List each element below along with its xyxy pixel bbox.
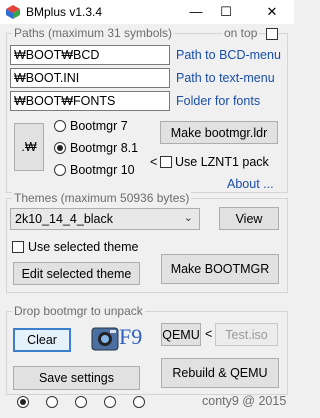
- view-button[interactable]: View: [219, 207, 279, 230]
- fonts-folder-link[interactable]: Folder for fonts: [176, 94, 260, 108]
- profile-radio-1[interactable]: [17, 396, 29, 408]
- profile-radio-2[interactable]: [46, 396, 58, 408]
- bootmgr-81-label: Bootmgr 8.1: [70, 141, 139, 155]
- window-title: BMplus v1.3.4: [26, 5, 103, 19]
- ini-path-input[interactable]: ₩BOOT.INI: [10, 68, 170, 88]
- bootmgr-7-label: Bootmgr 7: [70, 119, 128, 133]
- path-separator-button[interactable]: .₩: [14, 123, 44, 171]
- use-selected-theme-checkbox[interactable]: [12, 241, 24, 253]
- lznt-label: Use LZNT1 pack: [175, 155, 269, 169]
- themes-legend: Themes (maximum 50936 bytes): [12, 191, 192, 205]
- save-settings-button[interactable]: Save settings: [13, 366, 140, 390]
- lznt-checkbox[interactable]: [160, 156, 172, 168]
- rebuild-qemu-button[interactable]: Rebuild & QEMU: [161, 358, 279, 388]
- bootmgr-81-radio[interactable]: [54, 142, 66, 154]
- paths-legend: Paths (maximum 31 symbols): [12, 26, 175, 40]
- bootmgr-10-label: Bootmgr 10: [70, 163, 135, 177]
- edit-theme-button[interactable]: Edit selected theme: [13, 262, 140, 285]
- chevron-down-icon: ⌄: [183, 212, 193, 224]
- profile-radio-4[interactable]: [104, 396, 116, 408]
- fonts-path-input[interactable]: ₩BOOT₩FONTS: [10, 91, 170, 111]
- close-button[interactable]: ✕: [262, 4, 282, 20]
- bootmgr-10-radio[interactable]: [54, 164, 66, 176]
- theme-select-value: 2k10_14_4_black: [15, 212, 113, 226]
- make-bootmgr-ldr-button[interactable]: Make bootmgr.ldr: [160, 121, 278, 144]
- on-top-checkbox[interactable]: [266, 28, 278, 40]
- on-top-label: on top: [222, 26, 260, 40]
- qemu-arrow-label: <: [205, 327, 213, 341]
- lznt-arrow-label: <: [150, 155, 158, 169]
- use-selected-theme-label: Use selected theme: [28, 240, 139, 254]
- text-menu-link[interactable]: Path to text-menu: [176, 71, 275, 85]
- bcd-path-input[interactable]: ₩BOOT₩BCD: [10, 45, 170, 65]
- drop-legend: Drop bootmgr to unpack: [12, 304, 145, 318]
- profile-radio-3[interactable]: [75, 396, 87, 408]
- maximize-button[interactable]: ☐: [216, 4, 236, 20]
- credit-text: conty9 @ 2015: [202, 394, 287, 408]
- about-link[interactable]: About ...: [227, 177, 274, 191]
- make-bootmgr-button[interactable]: Make BOOTMGR: [161, 254, 279, 284]
- bcd-menu-link[interactable]: Path to BCD-menu: [176, 48, 281, 62]
- profile-radio-5[interactable]: [133, 396, 145, 408]
- theme-select[interactable]: 2k10_14_4_black ⌄: [10, 208, 200, 230]
- bootmgr-7-radio[interactable]: [54, 120, 66, 132]
- app-icon: [6, 5, 20, 19]
- clear-button[interactable]: Clear: [13, 328, 71, 352]
- f9-label: F9: [119, 324, 143, 349]
- qemu-button[interactable]: QEMU: [161, 323, 201, 346]
- minimize-button[interactable]: —: [186, 4, 206, 19]
- test-iso-button[interactable]: Test.iso: [215, 323, 278, 346]
